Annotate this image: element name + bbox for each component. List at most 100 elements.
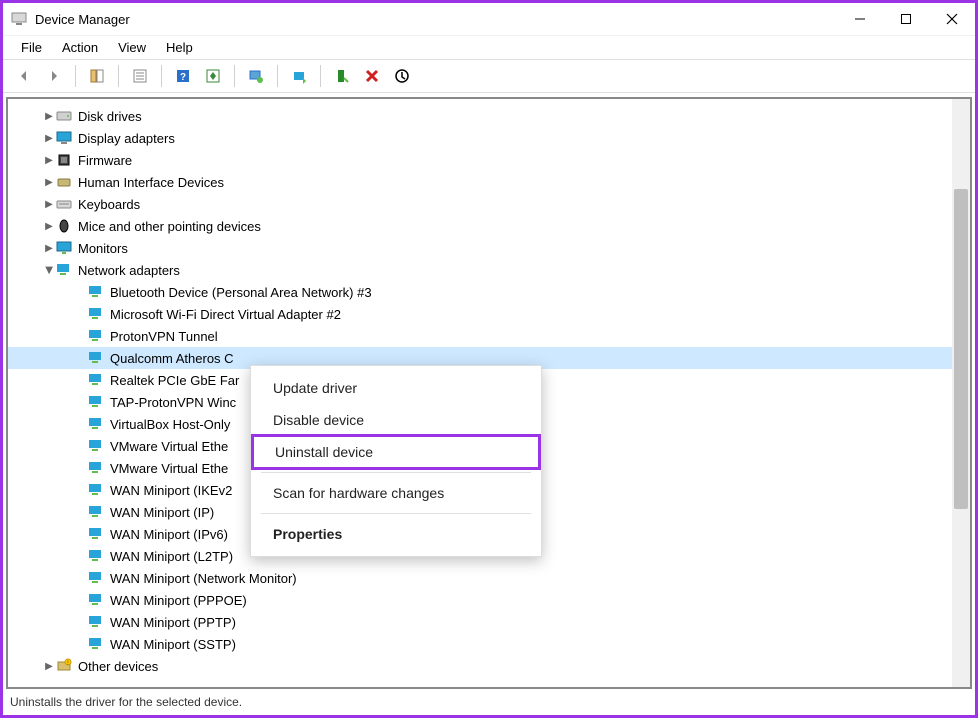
scan-hardware-button[interactable] — [243, 63, 269, 89]
tree-category[interactable]: ▶ Keyboards — [8, 193, 952, 215]
tree-label: Bluetooth Device (Personal Area Network)… — [110, 285, 372, 300]
mouse-icon — [56, 218, 72, 234]
chevron-right-icon[interactable]: ▶ — [42, 199, 56, 210]
menubar: File Action View Help — [3, 35, 975, 59]
tree-label: WAN Miniport (IP) — [110, 505, 214, 520]
menu-help[interactable]: Help — [158, 38, 201, 57]
uninstall-device-button[interactable] — [359, 63, 385, 89]
tree-label: Disk drives — [78, 109, 142, 124]
tree-label: Keyboards — [78, 197, 140, 212]
chevron-right-icon[interactable]: ▶ — [42, 155, 56, 166]
tree-label: WAN Miniport (IPv6) — [110, 527, 228, 542]
help-button[interactable]: ? — [170, 63, 196, 89]
tree-label: WAN Miniport (IKEv2 — [110, 483, 232, 498]
context-menu-separator — [261, 472, 531, 473]
show-hide-console-tree-button[interactable] — [84, 63, 110, 89]
net-icon — [88, 306, 104, 322]
net-icon — [88, 592, 104, 608]
net-icon — [88, 284, 104, 300]
disable-device-button[interactable] — [389, 63, 415, 89]
context-menu-item[interactable]: Scan for hardware changes — [251, 477, 541, 509]
properties-button[interactable] — [127, 63, 153, 89]
toolbar: ? — [3, 59, 975, 93]
action-button[interactable] — [200, 63, 226, 89]
tree-label: WAN Miniport (PPPOE) — [110, 593, 247, 608]
tree-category-network[interactable]: ▶ Network adapters — [8, 259, 952, 281]
enable-device-button[interactable] — [329, 63, 355, 89]
tree-label: Realtek PCIe GbE Far — [110, 373, 239, 388]
chevron-right-icon[interactable]: ▶ — [42, 243, 56, 254]
net-icon — [88, 394, 104, 410]
net-icon — [88, 416, 104, 432]
context-menu: Update driverDisable deviceUninstall dev… — [250, 365, 542, 557]
maximize-button[interactable] — [883, 3, 929, 35]
tree-item[interactable]: WAN Miniport (Network Monitor) — [8, 567, 952, 589]
scrollbar[interactable] — [952, 99, 970, 687]
tree-label: Human Interface Devices — [78, 175, 224, 190]
tree-label: VMware Virtual Ethe — [110, 439, 228, 454]
close-button[interactable] — [929, 3, 975, 35]
chevron-right-icon[interactable]: ▶ — [42, 661, 56, 672]
tree-item[interactable]: WAN Miniport (PPPOE) — [8, 589, 952, 611]
titlebar: Device Manager — [3, 3, 975, 35]
chevron-right-icon[interactable]: ▶ — [42, 177, 56, 188]
context-menu-item[interactable]: Disable device — [251, 404, 541, 436]
tree-label: Microsoft Wi-Fi Direct Virtual Adapter #… — [110, 307, 341, 322]
tree-label: Network adapters — [78, 263, 180, 278]
tree-label: WAN Miniport (SSTP) — [110, 637, 236, 652]
tree-item[interactable]: ProtonVPN Tunnel — [8, 325, 952, 347]
tree-category[interactable]: ▶ Monitors — [8, 237, 952, 259]
net-icon — [88, 350, 104, 366]
tree-label: VirtualBox Host-Only — [110, 417, 230, 432]
back-button[interactable] — [11, 63, 37, 89]
chevron-right-icon[interactable]: ▶ — [42, 111, 56, 122]
menu-action[interactable]: Action — [54, 38, 106, 57]
chevron-right-icon[interactable]: ▶ — [42, 221, 56, 232]
context-menu-item[interactable]: Uninstall device — [253, 436, 539, 468]
minimize-button[interactable] — [837, 3, 883, 35]
tree-label: Qualcomm Atheros C — [110, 351, 234, 366]
tree-label: Monitors — [78, 241, 128, 256]
net-icon — [88, 372, 104, 388]
hid-icon — [56, 174, 72, 190]
keyboard-icon — [56, 196, 72, 212]
tree-label: WAN Miniport (L2TP) — [110, 549, 233, 564]
net-icon — [88, 570, 104, 586]
tree-category-other[interactable]: ▶!Other devices — [8, 655, 952, 677]
menu-view[interactable]: View — [110, 38, 154, 57]
tree-category[interactable]: ▶ Mice and other pointing devices — [8, 215, 952, 237]
tree-label: Display adapters — [78, 131, 175, 146]
tree-label: WAN Miniport (PPTP) — [110, 615, 236, 630]
statusbar: Uninstalls the driver for the selected d… — [6, 692, 972, 712]
device-manager-icon — [11, 11, 27, 27]
menu-file[interactable]: File — [13, 38, 50, 57]
net-icon — [88, 438, 104, 454]
tree-category[interactable]: ▶ Disk drives — [8, 105, 952, 127]
net-icon — [88, 636, 104, 652]
scrollbar-thumb[interactable] — [954, 189, 968, 509]
net-icon — [88, 548, 104, 564]
firmware-icon — [56, 152, 72, 168]
tree-label: WAN Miniport (Network Monitor) — [110, 571, 297, 586]
tree-item[interactable]: WAN Miniport (SSTP) — [8, 633, 952, 655]
tree-category[interactable]: ▶ Human Interface Devices — [8, 171, 952, 193]
forward-button[interactable] — [41, 63, 67, 89]
net-icon — [88, 482, 104, 498]
net-icon — [88, 526, 104, 542]
chevron-down-icon[interactable]: ▶ — [44, 263, 55, 277]
chevron-right-icon[interactable]: ▶ — [42, 133, 56, 144]
tree-category[interactable]: ▶ Firmware — [8, 149, 952, 171]
context-menu-item[interactable]: Properties — [251, 518, 541, 550]
tree-category[interactable]: ▶ Display adapters — [8, 127, 952, 149]
monitor-icon — [56, 240, 72, 256]
tree-label: Firmware — [78, 153, 132, 168]
tree-item[interactable]: WAN Miniport (PPTP) — [8, 611, 952, 633]
update-driver-button[interactable] — [286, 63, 312, 89]
tree-item[interactable]: Bluetooth Device (Personal Area Network)… — [8, 281, 952, 303]
context-menu-item[interactable]: Update driver — [251, 372, 541, 404]
net-icon — [56, 262, 72, 278]
display-icon — [56, 130, 72, 146]
tree-label: Mice and other pointing devices — [78, 219, 261, 234]
tree-item[interactable]: Microsoft Wi-Fi Direct Virtual Adapter #… — [8, 303, 952, 325]
svg-text:!: ! — [67, 661, 68, 667]
